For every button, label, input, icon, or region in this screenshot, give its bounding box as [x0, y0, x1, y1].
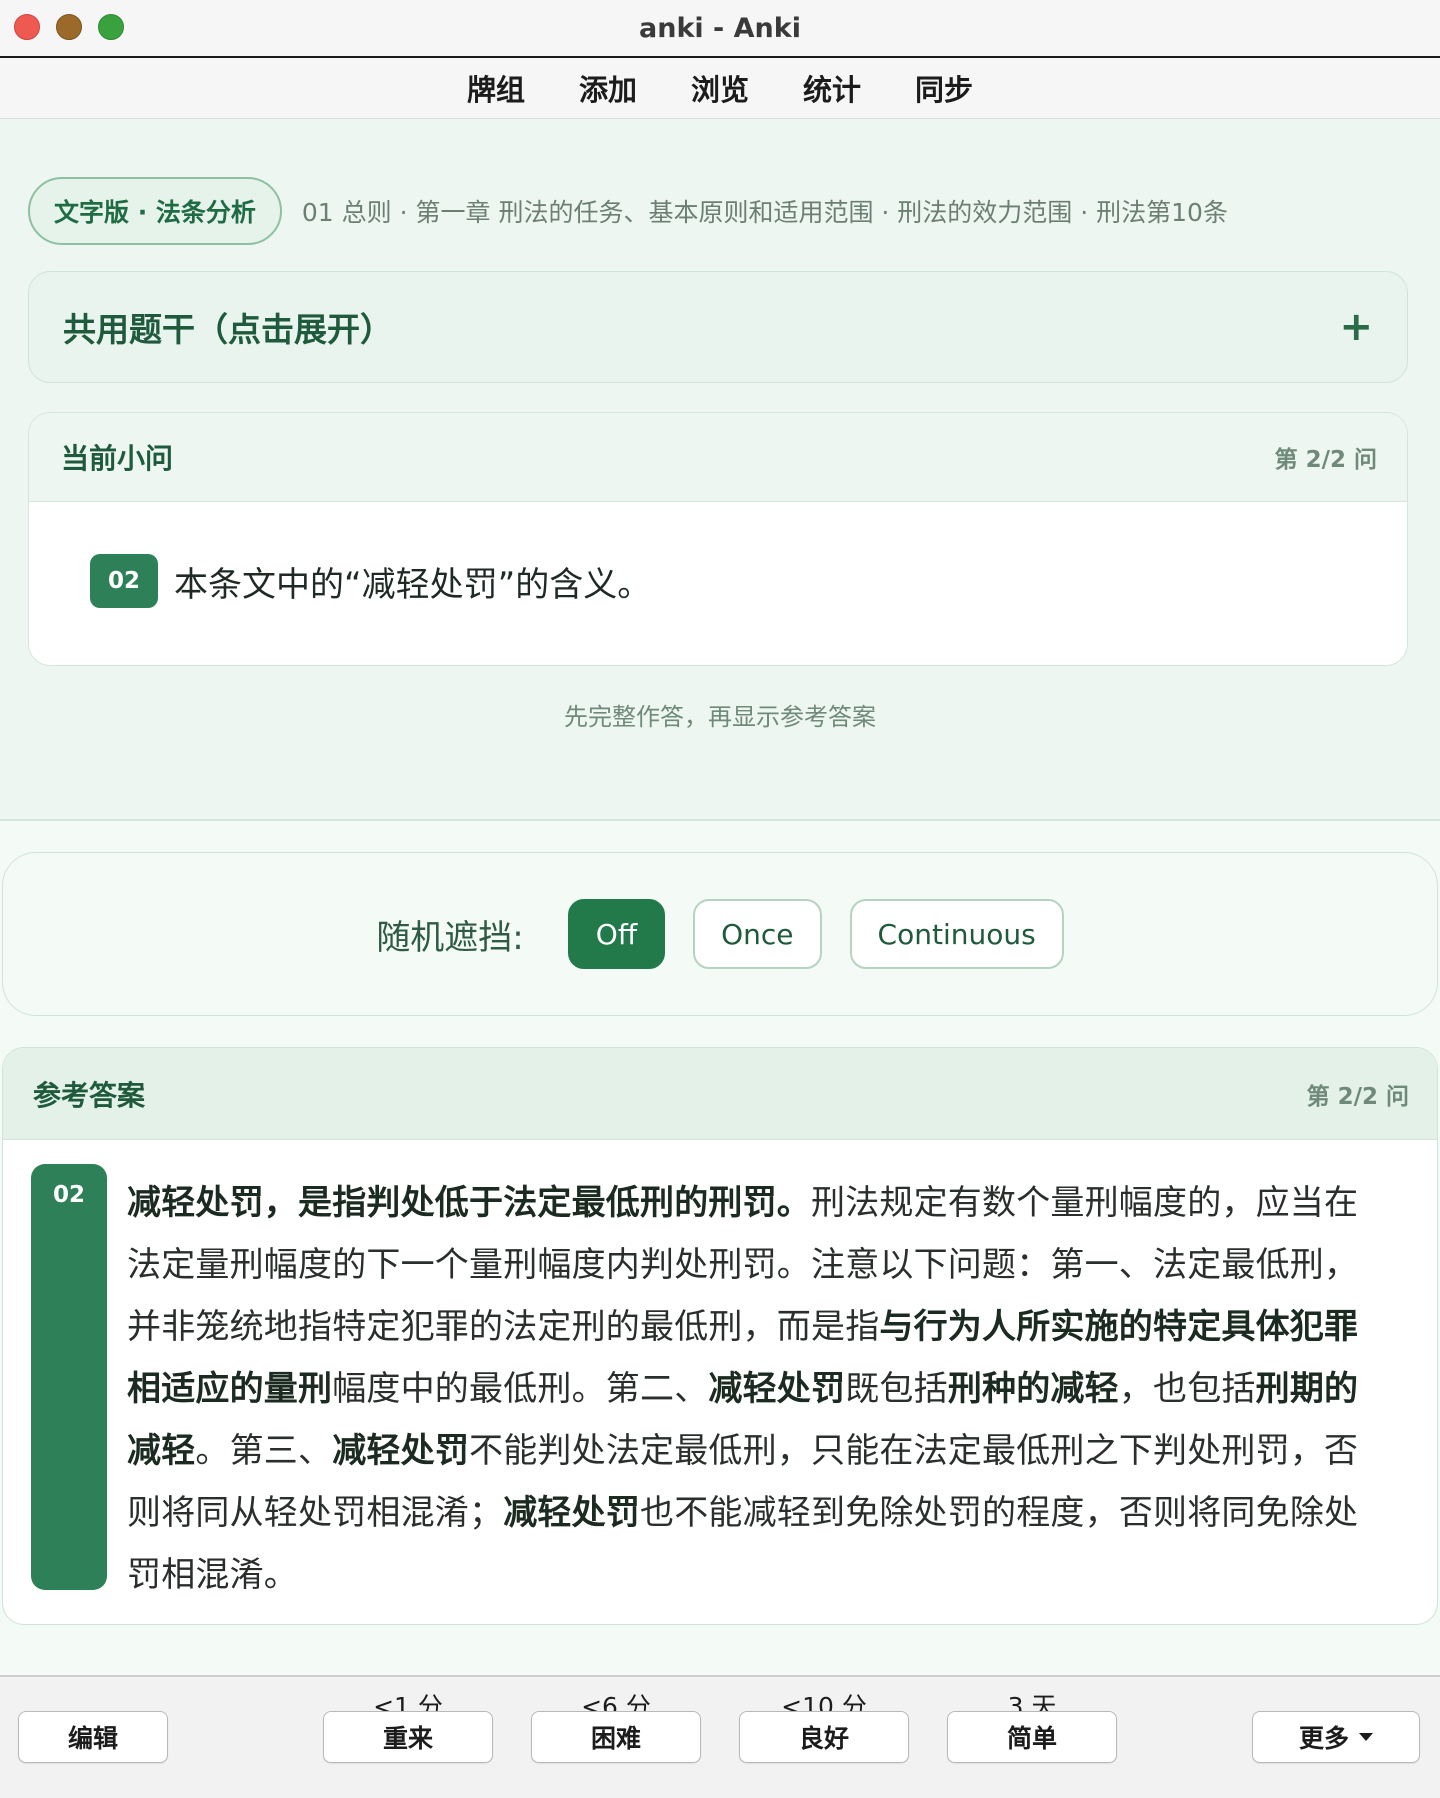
breadcrumb: 文字版 · 法条分析 01 总则 · 第一章 刑法的任务、基本原则和适用范围 ·… — [28, 177, 1228, 245]
anki-window: anki - Anki 牌组 添加 浏览 统计 同步 文字版 · 法条分析 01… — [0, 0, 1440, 1798]
more-button[interactable]: 更多 — [1252, 1711, 1420, 1763]
shared-stem-title: 共用题干（点击展开） — [63, 310, 393, 349]
mask-once-button[interactable]: Once — [693, 899, 822, 969]
toolbar-decks[interactable]: 牌组 — [467, 67, 525, 109]
question-counter: 第 2/2 问 — [1274, 447, 1377, 473]
answer-emphasis: 减轻处罚 — [332, 1431, 470, 1471]
toolbar-browse[interactable]: 浏览 — [691, 67, 749, 109]
reference-answer-title: 参考答案 — [33, 1078, 146, 1112]
answer-number-badge: 02 — [31, 1164, 107, 1590]
question-body: 02 本条文中的“减轻处罚”的含义。 — [29, 502, 1407, 608]
toolbar-add[interactable]: 添加 — [579, 67, 637, 109]
answer-emphasis: 刑种的减轻 — [947, 1369, 1119, 1409]
answer-emphasis: 减轻处罚 — [503, 1493, 641, 1533]
answer-segment: 。第三、 — [195, 1431, 333, 1471]
edit-button[interactable]: 编辑 — [18, 1711, 168, 1763]
mask-continuous-button[interactable]: Continuous — [849, 899, 1064, 969]
title-bar: anki - Anki — [0, 0, 1440, 58]
current-question-header: 当前小问 第 2/2 问 — [29, 413, 1407, 502]
current-question-title: 当前小问 — [61, 442, 174, 475]
question-text: 本条文中的“减轻处罚”的含义。 — [174, 564, 652, 605]
answer-hint: 先完整作答，再显示参考答案 — [564, 703, 876, 731]
card-review-area: 文字版 · 法条分析 01 总则 · 第一章 刑法的任务、基本原则和适用范围 ·… — [0, 119, 1440, 819]
answer-segment: 幅度中的最低刑。第二、 — [332, 1369, 709, 1409]
answer-segment: ，也包括 — [1118, 1369, 1256, 1409]
good-button[interactable]: 良好 — [739, 1711, 909, 1763]
more-button-label: 更多 — [1298, 1724, 1349, 1753]
close-window-button[interactable] — [14, 14, 40, 40]
answer-emphasis: 减轻处罚 — [708, 1369, 846, 1409]
plus-icon[interactable]: + — [1339, 304, 1373, 350]
answer-segment: 既包括 — [845, 1369, 948, 1409]
main-toolbar: 牌组 添加 浏览 统计 同步 — [0, 58, 1440, 119]
window-title: anki - Anki — [639, 12, 801, 44]
easy-button[interactable]: 简单 — [947, 1711, 1117, 1763]
reference-answer-header: 参考答案 第 2/2 问 — [3, 1048, 1437, 1140]
current-question-card: 当前小问 第 2/2 问 02 本条文中的“减轻处罚”的含义。 — [28, 412, 1408, 666]
chevron-down-icon — [1359, 1733, 1373, 1741]
minimize-window-button[interactable] — [56, 14, 82, 40]
divider — [0, 819, 1440, 821]
random-mask-label: 随机遮挡: — [376, 917, 524, 958]
again-button[interactable]: 重来 — [323, 1711, 493, 1763]
answer-emphasis: 减轻处罚，是指判处低于法定最低刑的刑罚。 — [127, 1183, 811, 1223]
card-type-chip: 文字版 · 法条分析 — [28, 177, 282, 245]
reference-answer-card: 参考答案 第 2/2 问 02 减轻处罚，是指判处低于法定最低刑的刑罚。刑法规定… — [2, 1047, 1438, 1625]
mask-off-button[interactable]: Off — [567, 899, 666, 969]
answer-text: 减轻处罚，是指判处低于法定最低刑的刑罚。刑法规定有数个量刑幅度的，应当在法定量刑… — [127, 1172, 1391, 1606]
shared-stem-toggle[interactable]: 共用题干（点击展开） + — [28, 271, 1408, 383]
random-mask-panel: 随机遮挡: Off Once Continuous — [2, 852, 1438, 1016]
toolbar-stats[interactable]: 统计 — [803, 67, 861, 109]
answer-counter: 第 2/2 问 — [1306, 1083, 1409, 1110]
question-number-badge: 02 — [90, 554, 158, 608]
window-controls — [14, 14, 124, 40]
breadcrumb-path: 01 总则 · 第一章 刑法的任务、基本原则和适用范围 · 刑法的效力范围 · … — [301, 198, 1228, 227]
maximize-window-button[interactable] — [98, 14, 124, 40]
hard-button[interactable]: 困难 — [531, 1711, 701, 1763]
toolbar-sync[interactable]: 同步 — [915, 67, 973, 109]
review-bottom-bar: 编辑 <1 分 重来 <6 分 困难 <10 分 良好 3 天 简单 更多 — [0, 1675, 1440, 1798]
